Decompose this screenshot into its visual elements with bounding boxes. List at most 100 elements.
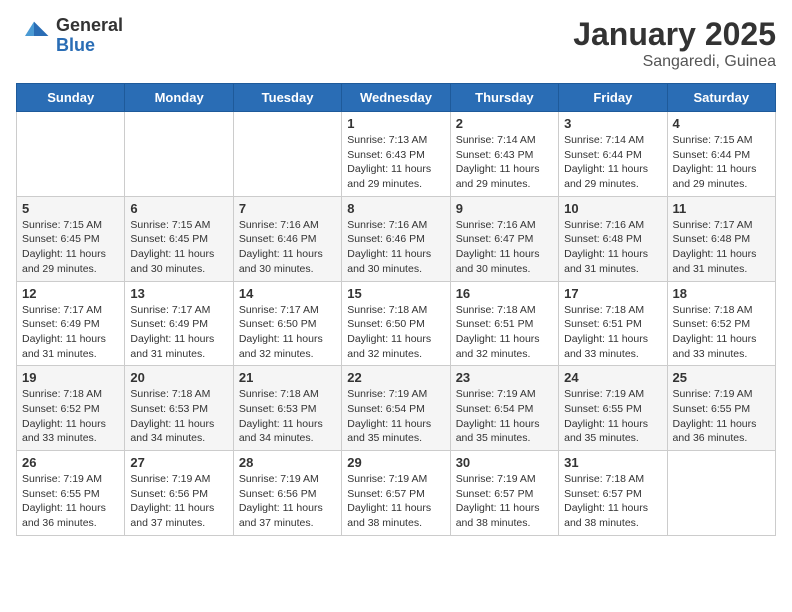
sunset-text: Sunset: 6:43 PM [347,149,425,161]
month-title: January 2025 [573,16,776,53]
sunset-text: Sunset: 6:56 PM [239,488,317,500]
sunrise-text: Sunrise: 7:19 AM [564,388,644,400]
sunrise-text: Sunrise: 7:19 AM [130,473,210,485]
day-number: 24 [564,370,661,385]
sunset-text: Sunset: 6:52 PM [22,403,100,415]
sunset-text: Sunset: 6:50 PM [239,318,317,330]
day-info: Sunrise: 7:18 AM Sunset: 6:51 PM Dayligh… [564,303,661,362]
calendar-cell: 2 Sunrise: 7:14 AM Sunset: 6:43 PM Dayli… [450,112,558,197]
day-info: Sunrise: 7:17 AM Sunset: 6:49 PM Dayligh… [22,303,119,362]
day-number: 19 [22,370,119,385]
calendar-day-header: Wednesday [342,84,450,112]
daylight-text: Daylight: 11 hours and 31 minutes. [564,248,648,275]
daylight-text: Daylight: 11 hours and 29 minutes. [673,163,757,190]
calendar-cell [17,112,125,197]
sunset-text: Sunset: 6:44 PM [673,149,751,161]
sunset-text: Sunset: 6:46 PM [239,233,317,245]
calendar-day-header: Friday [559,84,667,112]
sunset-text: Sunset: 6:43 PM [456,149,534,161]
day-number: 30 [456,455,553,470]
daylight-text: Daylight: 11 hours and 29 minutes. [456,163,540,190]
sunrise-text: Sunrise: 7:18 AM [564,473,644,485]
sunrise-text: Sunrise: 7:17 AM [239,304,319,316]
calendar-cell: 22 Sunrise: 7:19 AM Sunset: 6:54 PM Dayl… [342,366,450,451]
sunrise-text: Sunrise: 7:16 AM [239,219,319,231]
day-info: Sunrise: 7:17 AM Sunset: 6:48 PM Dayligh… [673,218,770,277]
calendar-cell: 20 Sunrise: 7:18 AM Sunset: 6:53 PM Dayl… [125,366,233,451]
day-info: Sunrise: 7:19 AM Sunset: 6:55 PM Dayligh… [673,387,770,446]
calendar-cell: 11 Sunrise: 7:17 AM Sunset: 6:48 PM Dayl… [667,196,775,281]
daylight-text: Daylight: 11 hours and 32 minutes. [347,333,431,360]
sunset-text: Sunset: 6:49 PM [130,318,208,330]
daylight-text: Daylight: 11 hours and 32 minutes. [239,333,323,360]
day-info: Sunrise: 7:16 AM Sunset: 6:48 PM Dayligh… [564,218,661,277]
sunset-text: Sunset: 6:57 PM [456,488,534,500]
calendar-cell: 17 Sunrise: 7:18 AM Sunset: 6:51 PM Dayl… [559,281,667,366]
calendar-week-row: 19 Sunrise: 7:18 AM Sunset: 6:52 PM Dayl… [17,366,776,451]
day-info: Sunrise: 7:19 AM Sunset: 6:57 PM Dayligh… [347,472,444,531]
calendar-cell: 26 Sunrise: 7:19 AM Sunset: 6:55 PM Dayl… [17,451,125,536]
daylight-text: Daylight: 11 hours and 38 minutes. [564,502,648,529]
sunrise-text: Sunrise: 7:19 AM [456,388,536,400]
calendar-cell: 19 Sunrise: 7:18 AM Sunset: 6:52 PM Dayl… [17,366,125,451]
day-info: Sunrise: 7:15 AM Sunset: 6:45 PM Dayligh… [130,218,227,277]
daylight-text: Daylight: 11 hours and 36 minutes. [673,418,757,445]
calendar-cell: 12 Sunrise: 7:17 AM Sunset: 6:49 PM Dayl… [17,281,125,366]
sunset-text: Sunset: 6:54 PM [456,403,534,415]
calendar-cell: 27 Sunrise: 7:19 AM Sunset: 6:56 PM Dayl… [125,451,233,536]
sunrise-text: Sunrise: 7:18 AM [564,304,644,316]
sunset-text: Sunset: 6:52 PM [673,318,751,330]
sunset-text: Sunset: 6:45 PM [130,233,208,245]
day-number: 18 [673,286,770,301]
calendar-table: SundayMondayTuesdayWednesdayThursdayFrid… [16,83,776,536]
day-info: Sunrise: 7:19 AM Sunset: 6:55 PM Dayligh… [22,472,119,531]
daylight-text: Daylight: 11 hours and 31 minutes. [130,333,214,360]
day-number: 21 [239,370,336,385]
daylight-text: Daylight: 11 hours and 31 minutes. [22,333,106,360]
day-number: 29 [347,455,444,470]
day-info: Sunrise: 7:17 AM Sunset: 6:49 PM Dayligh… [130,303,227,362]
day-info: Sunrise: 7:18 AM Sunset: 6:53 PM Dayligh… [130,387,227,446]
sunset-text: Sunset: 6:44 PM [564,149,642,161]
sunrise-text: Sunrise: 7:13 AM [347,134,427,146]
sunrise-text: Sunrise: 7:19 AM [673,388,753,400]
location-title: Sangaredi, Guinea [573,53,776,71]
day-info: Sunrise: 7:13 AM Sunset: 6:43 PM Dayligh… [347,133,444,192]
calendar-cell: 8 Sunrise: 7:16 AM Sunset: 6:46 PM Dayli… [342,196,450,281]
sunrise-text: Sunrise: 7:15 AM [130,219,210,231]
day-number: 9 [456,201,553,216]
sunrise-text: Sunrise: 7:18 AM [130,388,210,400]
calendar-header-row: SundayMondayTuesdayWednesdayThursdayFrid… [17,84,776,112]
day-number: 2 [456,116,553,131]
sunrise-text: Sunrise: 7:16 AM [456,219,536,231]
sunrise-text: Sunrise: 7:18 AM [456,304,536,316]
calendar-day-header: Monday [125,84,233,112]
day-number: 7 [239,201,336,216]
daylight-text: Daylight: 11 hours and 38 minutes. [456,502,540,529]
daylight-text: Daylight: 11 hours and 30 minutes. [347,248,431,275]
daylight-text: Daylight: 11 hours and 33 minutes. [673,333,757,360]
day-info: Sunrise: 7:18 AM Sunset: 6:57 PM Dayligh… [564,472,661,531]
day-info: Sunrise: 7:15 AM Sunset: 6:45 PM Dayligh… [22,218,119,277]
sunrise-text: Sunrise: 7:16 AM [564,219,644,231]
logo-general-text: General [56,16,123,36]
calendar-cell: 6 Sunrise: 7:15 AM Sunset: 6:45 PM Dayli… [125,196,233,281]
day-number: 27 [130,455,227,470]
day-info: Sunrise: 7:19 AM Sunset: 6:57 PM Dayligh… [456,472,553,531]
daylight-text: Daylight: 11 hours and 30 minutes. [456,248,540,275]
sunrise-text: Sunrise: 7:19 AM [456,473,536,485]
calendar-cell: 28 Sunrise: 7:19 AM Sunset: 6:56 PM Dayl… [233,451,341,536]
calendar-cell: 31 Sunrise: 7:18 AM Sunset: 6:57 PM Dayl… [559,451,667,536]
day-info: Sunrise: 7:14 AM Sunset: 6:43 PM Dayligh… [456,133,553,192]
sunset-text: Sunset: 6:46 PM [347,233,425,245]
sunset-text: Sunset: 6:55 PM [22,488,100,500]
day-info: Sunrise: 7:14 AM Sunset: 6:44 PM Dayligh… [564,133,661,192]
sunset-text: Sunset: 6:50 PM [347,318,425,330]
day-info: Sunrise: 7:15 AM Sunset: 6:44 PM Dayligh… [673,133,770,192]
day-info: Sunrise: 7:18 AM Sunset: 6:52 PM Dayligh… [673,303,770,362]
day-number: 20 [130,370,227,385]
sunrise-text: Sunrise: 7:18 AM [673,304,753,316]
calendar-week-row: 12 Sunrise: 7:17 AM Sunset: 6:49 PM Dayl… [17,281,776,366]
daylight-text: Daylight: 11 hours and 33 minutes. [22,418,106,445]
logo-blue-text: Blue [56,36,123,56]
